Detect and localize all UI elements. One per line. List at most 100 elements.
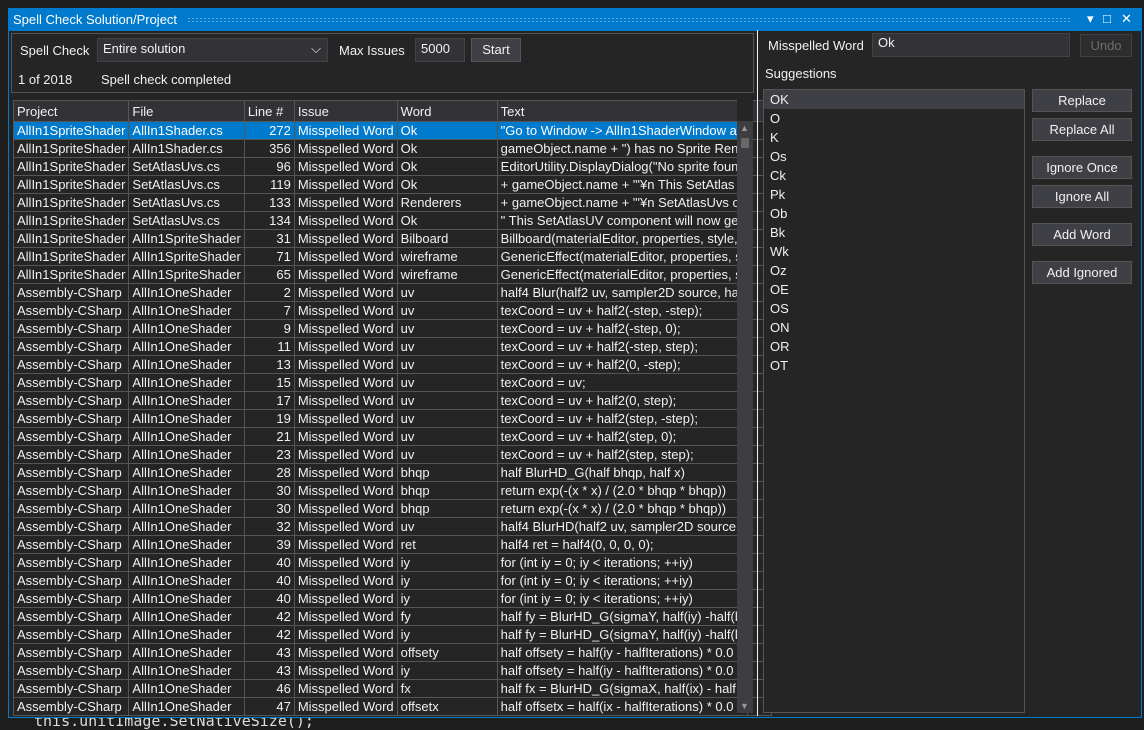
table-row[interactable]: Assembly-CSharp AllIn1OneShader 40 Misspell… — [12, 553, 773, 572]
scope-dropdown[interactable]: Entire solution ⌵ — [97, 38, 328, 62]
cell-text: texCoord = uv; — [496, 373, 749, 392]
table-row[interactable]: AllIn1SpriteShader SetAtlasUvs.cs 119 Missp… — [12, 175, 773, 194]
cell-project: Assembly-CSharp — [12, 589, 130, 608]
cell-project: AllIn1SpriteShader — [12, 265, 130, 284]
suggestion-item[interactable]: Pk — [764, 185, 1024, 204]
table-row[interactable]: AllIn1SpriteShader AllIn1Shader.cs 356 Miss… — [12, 139, 773, 158]
table-row[interactable]: Assembly-CSharp AllIn1OneShader 47 Misspell… — [12, 697, 773, 716]
cell-line: 7 — [243, 301, 295, 320]
cell-word: uv — [396, 319, 498, 338]
table-row[interactable]: Assembly-CSharp AllIn1OneShader 30 Misspell… — [12, 481, 773, 500]
close-icon[interactable]: ✕ — [1121, 11, 1132, 27]
table-row[interactable]: AllIn1SpriteShader SetAtlasUvs.cs 134 Missp… — [12, 211, 773, 230]
cell-line: 47 — [243, 697, 295, 716]
cell-text: for (int iy = 0; iy < iterations; ++iy) — [496, 571, 749, 590]
table-row[interactable]: Assembly-CSharp AllIn1OneShader 43 Misspell… — [12, 643, 773, 662]
scroll-up-icon[interactable]: ▲ — [740, 123, 749, 133]
table-row[interactable]: AllIn1SpriteShader AllIn1Shader.cs 272 Miss… — [12, 121, 773, 140]
window-menu-icon[interactable]: ▾ — [1087, 11, 1094, 27]
table-row[interactable]: Assembly-CSharp AllIn1OneShader 17 Misspell… — [12, 391, 773, 410]
column-header-line[interactable]: Line # — [243, 100, 295, 122]
table-row[interactable]: Assembly-CSharp AllIn1OneShader 21 Misspell… — [12, 427, 773, 446]
scroll-down-icon[interactable]: ▼ — [740, 701, 749, 711]
table-row[interactable]: Assembly-CSharp AllIn1OneShader 19 Misspell… — [12, 409, 773, 428]
cell-issue: Misspelled Word — [293, 535, 398, 554]
table-row[interactable]: Assembly-CSharp AllIn1OneShader 42 Misspell… — [12, 625, 773, 644]
cell-issue: Misspelled Word — [293, 625, 398, 644]
suggestion-item[interactable]: O — [764, 109, 1024, 128]
column-header-text[interactable]: Text — [496, 100, 749, 122]
table-row[interactable]: Assembly-CSharp AllIn1OneShader 39 Misspell… — [12, 535, 773, 554]
suggestion-item[interactable]: OE — [764, 280, 1024, 299]
suggestion-item[interactable]: Ck — [764, 166, 1024, 185]
column-header-word[interactable]: Word — [396, 100, 498, 122]
cell-text: half fx = BlurHD_G(sigmaX, half(ix) - ha… — [496, 679, 749, 698]
table-row[interactable]: Assembly-CSharp AllIn1OneShader 32 Misspell… — [12, 517, 773, 536]
table-row[interactable]: AllIn1SpriteShader AllIn1SpriteShader 71 Mi… — [12, 247, 773, 266]
splitter[interactable] — [757, 30, 758, 716]
cell-text: return exp(-(x * x) / (2.0 * bhqp * bhqp… — [496, 481, 749, 500]
suggestion-item[interactable]: Wk — [764, 242, 1024, 261]
cell-issue: Misspelled Word — [293, 373, 398, 392]
suggestion-item[interactable]: OT — [764, 356, 1024, 375]
table-row[interactable]: Assembly-CSharp AllIn1OneShader 30 Misspell… — [12, 499, 773, 518]
table-row[interactable]: AllIn1SpriteShader AllIn1SpriteShader 65 Mi… — [12, 265, 773, 284]
maximize-icon[interactable]: □ — [1103, 11, 1111, 26]
replace-all-button[interactable]: Replace All — [1032, 118, 1132, 141]
suggestion-item[interactable]: OR — [764, 337, 1024, 356]
table-row[interactable]: Assembly-CSharp AllIn1OneShader 11 Misspell… — [12, 337, 773, 356]
table-row[interactable]: Assembly-CSharp AllIn1OneShader 43 Misspell… — [12, 661, 773, 680]
table-row[interactable]: Assembly-CSharp AllIn1OneShader 13 Misspell… — [12, 355, 773, 374]
table-row[interactable]: Assembly-CSharp AllIn1OneShader 7 Misspelle… — [12, 301, 773, 320]
suggestion-item[interactable]: K — [764, 128, 1024, 147]
suggestion-item[interactable]: Bk — [764, 223, 1024, 242]
cell-word: uv — [396, 445, 498, 464]
add-word-button[interactable]: Add Word — [1032, 223, 1132, 246]
max-issues-input[interactable]: 5000 — [415, 38, 465, 62]
cell-line: 356 — [243, 139, 295, 158]
suggestion-item[interactable]: ON — [764, 318, 1024, 337]
table-scrollbar[interactable]: ▲ ▼ — [737, 100, 753, 713]
suggestion-item[interactable]: OS — [764, 299, 1024, 318]
misspelled-word-input[interactable]: Ok — [872, 33, 1070, 57]
table-row[interactable]: AllIn1SpriteShader SetAtlasUvs.cs 96 Misspe… — [12, 157, 773, 176]
ignore-once-button[interactable]: Ignore Once — [1032, 156, 1132, 179]
table-row[interactable]: Assembly-CSharp AllIn1OneShader 42 Misspell… — [12, 607, 773, 626]
table-row[interactable]: Assembly-CSharp AllIn1OneShader 40 Misspell… — [12, 589, 773, 608]
cell-line: 119 — [243, 175, 295, 194]
cell-issue: Misspelled Word — [293, 355, 398, 374]
cell-text: texCoord = uv + half2(0, -step); — [496, 355, 749, 374]
cell-issue: Misspelled Word — [293, 661, 398, 680]
cell-file: AllIn1OneShader — [128, 427, 245, 446]
cell-line: 46 — [243, 679, 295, 698]
ignore-all-button[interactable]: Ignore All — [1032, 185, 1132, 208]
cell-word: iy — [396, 625, 498, 644]
table-row[interactable]: Assembly-CSharp AllIn1OneShader 2 Misspelle… — [12, 283, 773, 302]
suggestion-item[interactable]: OK — [764, 90, 1024, 109]
table-row[interactable]: Assembly-CSharp AllIn1OneShader 23 Misspell… — [12, 445, 773, 464]
scroll-thumb[interactable] — [741, 138, 749, 148]
suggestion-item[interactable]: Os — [764, 147, 1024, 166]
suggestions-list[interactable]: OK O K Os Ck Pk Ob Bk Wk Oz OE OS ON OR OT — [763, 89, 1025, 713]
table-row[interactable]: Assembly-CSharp AllIn1OneShader 40 Misspell… — [12, 571, 773, 590]
cell-word: bhqp — [396, 499, 498, 518]
column-header-file[interactable]: File — [128, 100, 245, 122]
table-row[interactable]: Assembly-CSharp AllIn1OneShader 15 Misspell… — [12, 373, 773, 392]
table-row[interactable]: AllIn1SpriteShader SetAtlasUvs.cs 133 Missp… — [12, 193, 773, 212]
cell-project: Assembly-CSharp — [12, 391, 130, 410]
table-row[interactable]: Assembly-CSharp AllIn1OneShader 28 Misspell… — [12, 463, 773, 482]
table-row[interactable]: AllIn1SpriteShader AllIn1SpriteShader 31 Mi… — [12, 229, 773, 248]
table-row[interactable]: Assembly-CSharp AllIn1OneShader 46 Misspell… — [12, 679, 773, 698]
undo-button[interactable]: Undo — [1080, 34, 1132, 57]
cell-word: Renderers — [396, 193, 498, 212]
table-row[interactable]: Assembly-CSharp AllIn1OneShader 9 Misspelle… — [12, 319, 773, 338]
add-ignored-button[interactable]: Add Ignored — [1032, 261, 1132, 284]
suggestion-item[interactable]: Oz — [764, 261, 1024, 280]
column-header-project[interactable]: Project — [12, 100, 130, 122]
start-button[interactable]: Start — [471, 38, 521, 62]
cell-line: 19 — [243, 409, 295, 428]
suggestion-item[interactable]: Ob — [764, 204, 1024, 223]
replace-button[interactable]: Replace — [1032, 89, 1132, 112]
cell-text: gameObject.name + ") has no Sprite Ren — [496, 139, 749, 158]
column-header-issue[interactable]: Issue — [293, 100, 398, 122]
